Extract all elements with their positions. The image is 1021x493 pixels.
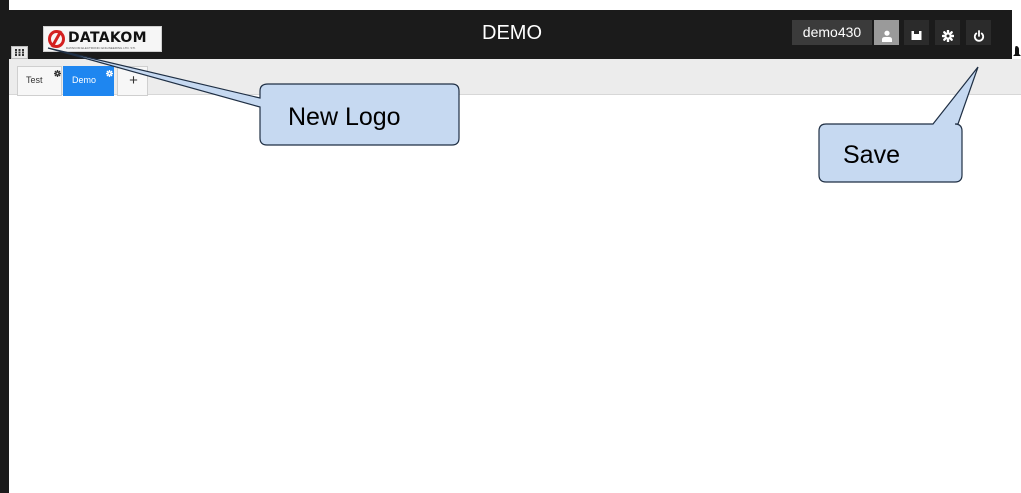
annotation-callouts [47,47,979,183]
save-callout-text: Save [843,141,900,169]
logo-callout-text: New Logo [288,103,401,131]
